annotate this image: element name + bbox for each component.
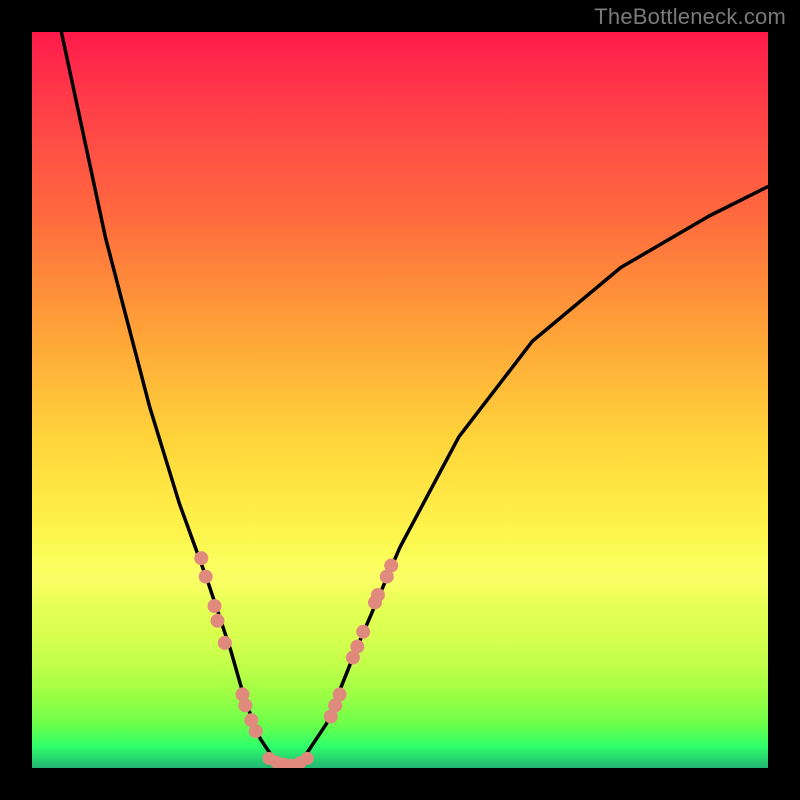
chart-frame: TheBottleneck.com	[0, 0, 800, 800]
plot-area	[32, 32, 768, 768]
curve-marker	[238, 698, 252, 712]
curve-marker	[218, 636, 232, 650]
curve-marker	[211, 614, 225, 628]
bottleneck-curve	[61, 32, 768, 766]
curve-marker	[249, 724, 263, 738]
curve-marker	[194, 551, 208, 565]
curve-markers	[194, 551, 398, 768]
curve-marker	[333, 687, 347, 701]
curve-marker	[199, 570, 213, 584]
bottleneck-curve-svg	[32, 32, 768, 768]
curve-marker	[301, 752, 314, 765]
curve-marker	[384, 559, 398, 573]
curve-marker	[371, 588, 385, 602]
watermark-text: TheBottleneck.com	[594, 4, 786, 30]
curve-marker	[350, 640, 364, 654]
curve-marker	[356, 625, 370, 639]
curve-marker	[208, 599, 222, 613]
